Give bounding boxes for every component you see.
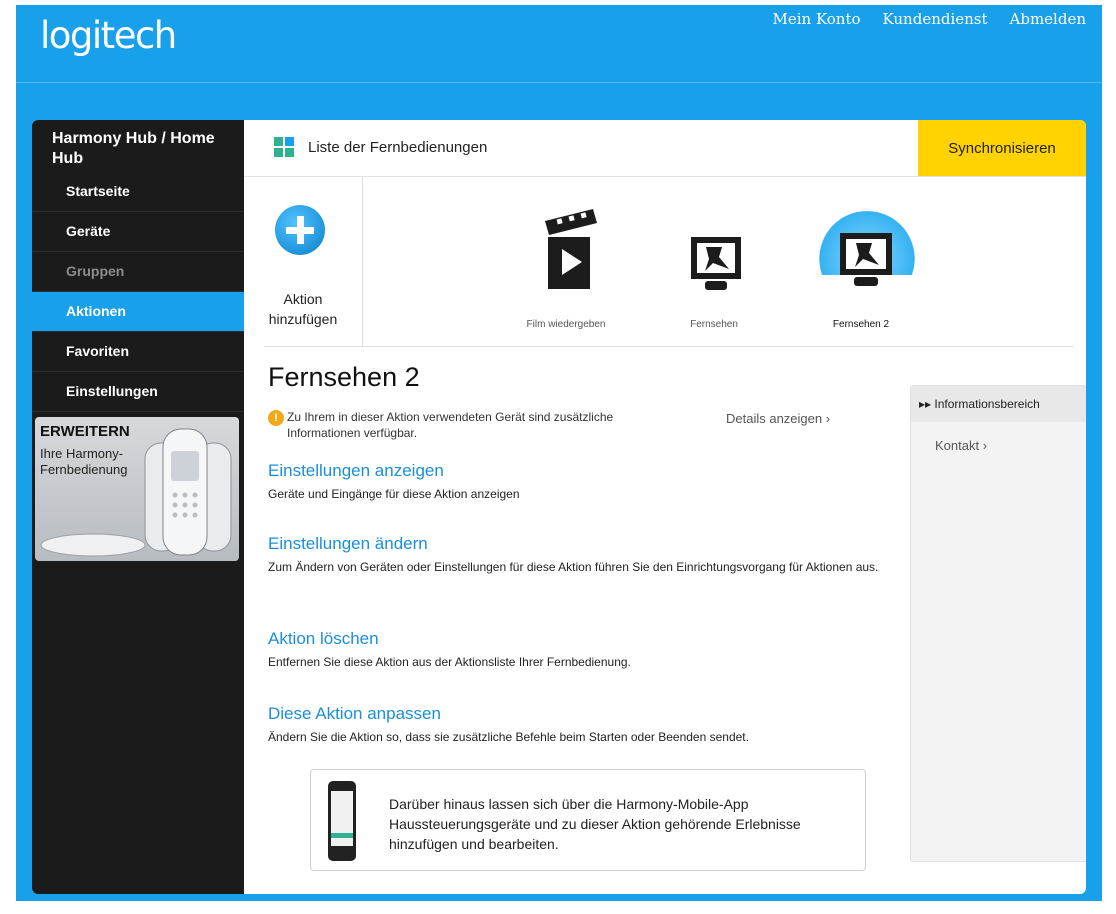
sync-button[interactable]: Synchronisieren [918, 120, 1086, 176]
plus-circle-icon [275, 205, 325, 255]
delete-activity-link[interactable]: Aktion löschen [268, 629, 888, 649]
view-settings-link[interactable]: Einstellungen anzeigen [268, 461, 888, 481]
show-details-link[interactable]: Details anzeigen › [726, 411, 830, 426]
activity-label: Fernsehen 2 [832, 319, 890, 330]
tv-icon [691, 237, 741, 290]
change-settings-link[interactable]: Einstellungen ändern [268, 534, 888, 554]
activity-fernsehen-2[interactable]: Fernsehen 2 [796, 197, 926, 347]
banner-divider [16, 82, 1102, 83]
delete-activity-desc: Entfernen Sie diese Aktion aus der Aktio… [268, 655, 631, 669]
view-settings-section: Einstellungen anzeigen Geräte und Eingän… [268, 461, 888, 502]
mobile-app-notice: Darüber hinaus lassen sich über die Harm… [310, 769, 866, 871]
expand-promo-banner[interactable]: ERWEITERN Ihre Harmony-Fernbedienung [35, 417, 239, 561]
phone-icon [328, 781, 356, 861]
activities-row: Aktion hinzufügen Film wiedergeben Ferns… [244, 177, 1086, 347]
customize-activity-section: Diese Aktion anpassen Ändern Sie die Akt… [268, 704, 888, 745]
customize-activity-link[interactable]: Diese Aktion anpassen [268, 704, 888, 724]
activity-film-wiedergeben[interactable]: Film wiedergeben [501, 197, 631, 347]
activity-label: Film wiedergeben [526, 319, 606, 330]
activity-label: Fernsehen [690, 319, 738, 330]
activity-details: Fernsehen 2 ! Zu Ihrem in dieser Aktion … [268, 358, 888, 744]
logout-link[interactable]: Abmelden [1010, 10, 1086, 28]
activity-fernsehen[interactable]: Fernsehen [649, 197, 779, 347]
sidebar-item-favoriten[interactable]: Favoriten [32, 332, 244, 372]
delete-activity-section: Aktion löschen Entfernen Sie diese Aktio… [268, 629, 888, 670]
my-account-link[interactable]: Mein Konto [773, 10, 861, 28]
logitech-logo[interactable]: logitech [40, 14, 177, 57]
remote-list-header: Liste der Fernbedienungen Synchronisiere… [244, 120, 1086, 177]
phone-screen-bar [331, 833, 353, 838]
chevron-right-icon: › [982, 438, 988, 453]
mobile-app-text: Darüber hinaus lassen sich über die Harm… [389, 796, 801, 852]
sidebar-item-geraete[interactable]: Geräte [32, 212, 244, 252]
main-panel: Harmony Hub / Home Hub Startseite Geräte… [32, 120, 1086, 894]
contact-label: Kontakt [935, 438, 980, 453]
change-settings-section: Einstellungen ändern Zum Ändern von Gerä… [268, 534, 888, 575]
hub-title: Harmony Hub / Home Hub [52, 130, 215, 167]
info-panel-toggle[interactable]: ▸▸ Informationsbereich [911, 386, 1086, 422]
double-chevron-icon: ▸▸ [919, 397, 932, 411]
sidebar: Harmony Hub / Home Hub Startseite Geräte… [32, 120, 244, 894]
info-notice-text: Zu Ihrem in dieser Aktion verwendeten Ge… [287, 409, 707, 441]
remote-list-title: Liste der Fernbedienungen [308, 139, 488, 156]
add-activity-button[interactable]: Aktion hinzufügen [244, 177, 363, 347]
show-details-label: Details anzeigen [726, 411, 823, 426]
film-clapper-icon [545, 209, 597, 289]
activity-title: Fernsehen 2 [268, 362, 420, 392]
sidebar-item-einstellungen[interactable]: Einstellungen [32, 372, 244, 412]
sidebar-item-startseite[interactable]: Startseite [32, 172, 244, 212]
info-notice-line2: Informationen verfügbar. [287, 426, 418, 440]
top-nav: Mein Konto Kundendienst Abmelden [773, 10, 1087, 28]
info-notice-line1: Zu Ihrem in dieser Aktion verwendeten Ge… [287, 410, 614, 424]
view-settings-desc: Geräte und Eingänge für diese Aktion anz… [268, 487, 520, 501]
tv-icon [840, 233, 892, 286]
info-panel: ▸▸ Informationsbereich Kontakt › [910, 385, 1086, 862]
customize-activity-desc: Ändern Sie die Aktion so, dass sie zusät… [268, 730, 749, 744]
promo-title: ERWEITERN [40, 423, 130, 440]
sidebar-item-gruppen: Gruppen [32, 252, 244, 292]
support-link[interactable]: Kundendienst [883, 10, 988, 28]
section-divider [264, 346, 1074, 347]
add-activity-label: Aktion hinzufügen [244, 289, 362, 329]
change-settings-desc: Zum Ändern von Geräten oder Einstellunge… [268, 560, 879, 574]
remote-list-icon [274, 137, 294, 157]
sidebar-item-aktionen[interactable]: Aktionen [32, 292, 244, 332]
chevron-right-icon: › [825, 411, 831, 426]
info-warning-icon: ! [268, 410, 284, 426]
add-activity-label-line1: Aktion [283, 291, 323, 307]
contact-link[interactable]: Kontakt › [935, 438, 1086, 453]
info-panel-title: Informationsbereich [934, 397, 1040, 411]
promo-subtitle: Ihre Harmony-Fernbedienung [40, 446, 128, 477]
add-activity-label-line2: hinzufügen [268, 311, 338, 327]
